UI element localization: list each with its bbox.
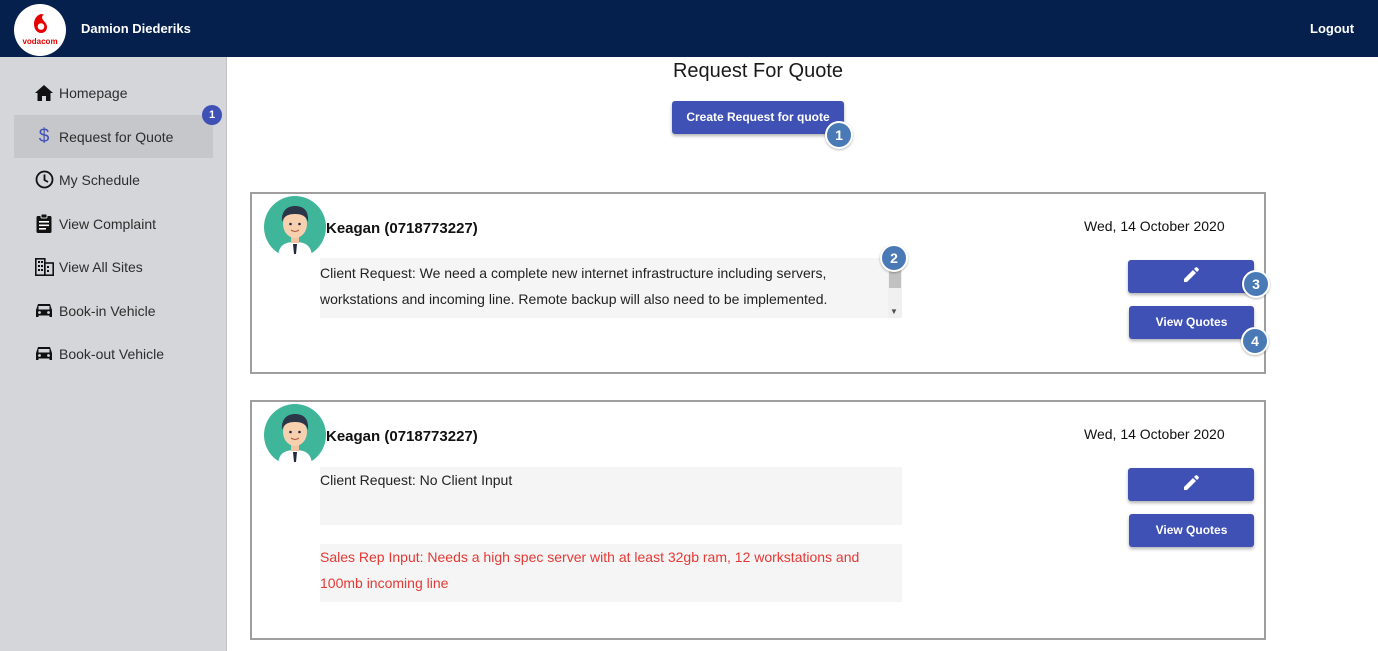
client-request-text: Client Request: No Client Input	[320, 472, 513, 488]
car-icon	[34, 301, 54, 321]
car-icon	[34, 344, 54, 364]
sidebar-item-my-schedule[interactable]: My Schedule	[14, 158, 213, 201]
clipboard-icon	[34, 214, 54, 234]
clock-icon	[34, 170, 54, 190]
edit-button[interactable]	[1128, 260, 1254, 293]
view-quotes-button[interactable]: View Quotes	[1129, 306, 1254, 339]
avatar	[264, 196, 326, 258]
sidebar-item-label: Book-in Vehicle	[59, 302, 156, 319]
sidebar-item-book-in-vehicle[interactable]: Book-in Vehicle	[14, 289, 213, 332]
sidebar-item-view-all-sites[interactable]: View All Sites	[14, 245, 213, 288]
request-date: Wed, 14 October 2020	[1084, 218, 1225, 234]
request-date: Wed, 14 October 2020	[1084, 426, 1225, 442]
top-bar: vodacom Damion Diederiks Logout	[0, 0, 1378, 57]
vodacom-logo[interactable]: vodacom	[14, 4, 66, 56]
sidebar-item-label: Request for Quote	[59, 128, 174, 145]
step-marker: 3	[1242, 270, 1270, 298]
sidebar-item-book-out-vehicle[interactable]: Book-out Vehicle	[14, 332, 213, 375]
client-request-text: Client Request: We need a complete new i…	[320, 265, 828, 307]
avatar	[264, 404, 326, 466]
page-title: Request For Quote	[672, 60, 844, 82]
client-request-textarea[interactable]: Client Request: We need a complete new i…	[320, 258, 902, 318]
logout-button[interactable]: Logout	[1310, 21, 1354, 36]
sidebar-item-label: View All Sites	[59, 258, 143, 275]
request-card: Keagan (0718773227) Wed, 14 October 2020…	[250, 192, 1266, 374]
sales-rep-input-text: Sales Rep Input: Needs a high spec serve…	[320, 549, 860, 591]
sidebar-item-request-for-quote[interactable]: $ Request for Quote	[14, 115, 213, 158]
vodacom-logo-icon	[34, 14, 47, 33]
client-name: Keagan (0718773227)	[326, 220, 478, 237]
sidebar-item-label: Book-out Vehicle	[59, 345, 165, 362]
notification-badge: 1	[202, 105, 222, 125]
pencil-icon	[1182, 266, 1200, 287]
step-marker: 2	[880, 244, 908, 272]
scroll-down-icon[interactable]: ▼	[890, 308, 898, 316]
step-marker: 4	[1241, 327, 1269, 355]
request-card: Keagan (0718773227) Wed, 14 October 2020…	[250, 400, 1266, 640]
client-name: Keagan (0718773227)	[326, 428, 478, 445]
sidebar-item-homepage[interactable]: Homepage	[14, 71, 213, 114]
sidebar-item-label: Homepage	[59, 84, 128, 101]
pencil-icon	[1182, 474, 1200, 495]
sidebar-item-view-complaint[interactable]: View Complaint	[14, 202, 213, 245]
sidebar-item-label: My Schedule	[59, 171, 140, 188]
sidebar-item-label: View Complaint	[59, 215, 157, 232]
view-quotes-button[interactable]: View Quotes	[1129, 514, 1254, 547]
step-marker: 1	[825, 121, 853, 149]
create-request-button[interactable]: Create Request for quote	[672, 101, 844, 134]
sales-rep-input-textarea[interactable]: Sales Rep Input: Needs a high spec serve…	[320, 544, 902, 602]
logo-text: vodacom	[22, 37, 58, 46]
sidebar: Homepage $ Request for Quote My Schedule…	[0, 57, 227, 651]
dollar-icon: $	[38, 125, 50, 147]
username: Damion Diederiks	[81, 21, 191, 36]
client-request-textarea[interactable]: Client Request: No Client Input	[320, 467, 902, 525]
building-icon	[34, 257, 54, 277]
edit-button[interactable]	[1128, 468, 1254, 501]
home-icon	[34, 83, 54, 103]
